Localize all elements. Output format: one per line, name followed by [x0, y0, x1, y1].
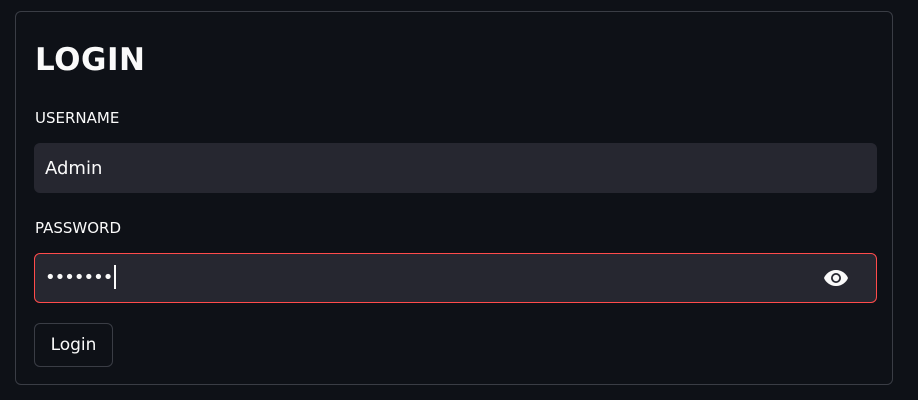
text-caret	[114, 264, 117, 289]
show-password-button[interactable]	[822, 265, 850, 291]
username-input[interactable]	[45, 144, 805, 192]
password-input[interactable]: •••••••	[45, 254, 117, 302]
password-field-container[interactable]: •••••••	[34, 253, 877, 303]
password-label: PASSWORD	[35, 219, 122, 237]
username-field-container[interactable]	[34, 143, 877, 193]
login-button[interactable]: Login	[34, 323, 113, 367]
form-title: LOGIN	[35, 42, 146, 78]
login-form: LOGIN USERNAME PASSWORD ••••••• Login	[15, 11, 893, 385]
username-label: USERNAME	[35, 109, 120, 127]
password-masked-value: •••••••	[45, 267, 113, 288]
eye-icon	[824, 270, 848, 286]
